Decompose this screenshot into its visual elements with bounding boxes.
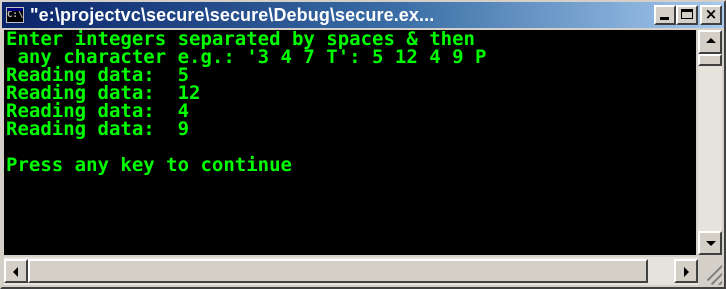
scroll-down-button[interactable] — [698, 231, 722, 255]
maximize-button[interactable] — [676, 5, 698, 25]
close-button[interactable]: × — [700, 5, 722, 25]
horizontal-scrollbar[interactable] — [4, 257, 698, 285]
maximize-icon — [681, 9, 693, 19]
console-line: Reading data: 9 — [6, 118, 190, 140]
scroll-right-button[interactable] — [674, 259, 698, 283]
title-buttons: × — [654, 5, 722, 25]
console-output[interactable]: Enter integers separated by spaces & the… — [4, 30, 696, 255]
arrow-down-icon — [706, 241, 716, 246]
horizontal-scroll-thumb[interactable] — [28, 259, 648, 283]
minimize-icon — [660, 17, 669, 20]
window-title: "e:\projectvc\secure\secure\Debug\secure… — [30, 4, 435, 25]
vertical-scrollbar[interactable] — [698, 30, 722, 255]
minimize-button[interactable] — [654, 5, 676, 25]
vertical-scroll-thumb[interactable] — [698, 54, 722, 66]
console-line: Press any key to continue — [6, 154, 292, 176]
console-window: C:\ "e:\projectvc\secure\secure\Debug\se… — [0, 0, 726, 289]
title-bar[interactable]: C:\ "e:\projectvc\secure\secure\Debug\se… — [2, 2, 724, 28]
arrow-right-icon — [684, 267, 689, 277]
console-app-icon[interactable]: C:\ — [6, 7, 24, 23]
scroll-up-button[interactable] — [698, 30, 722, 54]
scroll-left-button[interactable] — [4, 259, 28, 283]
close-icon: × — [704, 5, 718, 23]
arrow-left-icon — [13, 267, 18, 277]
resize-grip-icon[interactable] — [698, 257, 722, 285]
arrow-up-icon — [706, 38, 716, 43]
